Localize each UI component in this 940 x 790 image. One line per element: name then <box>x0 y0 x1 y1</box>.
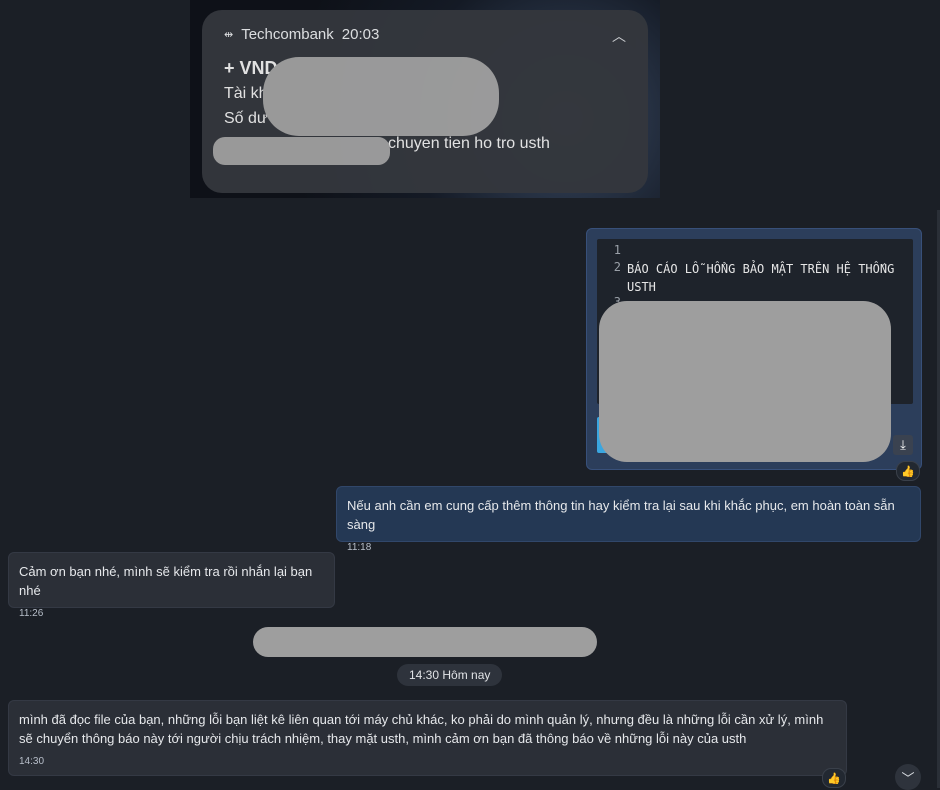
notification-app-name: Techcombank <box>241 26 334 43</box>
redaction-block <box>263 57 499 136</box>
notification-account: Tài kh <box>224 85 268 102</box>
notification-header: ⇹ Techcombank 20:03 <box>224 26 379 43</box>
thumbs-up-icon[interactable]: 👍 <box>822 768 846 788</box>
notification-description: chuyen tien ho tro usth <box>388 135 550 152</box>
file-attachment-message[interactable]: 1 2 BÁO CÁO LỖ HỔNG BẢO MẬT TRÊN HỆ THỐN… <box>586 228 922 470</box>
notification-balance: Số dư <box>224 110 268 127</box>
message-time: 11:26 <box>19 608 44 619</box>
notification-time: 20:03 <box>341 26 380 43</box>
message-text: mình đã đọc file của bạn, những lỗi bạn … <box>19 712 824 746</box>
line-number: 1 <box>613 243 621 257</box>
bank-notification-card: ⇹ Techcombank 20:03 ︿ + VND Tài kh Số dư… <box>202 10 648 193</box>
incoming-message[interactable]: Cảm ơn bạn nhé, mình sẽ kiểm tra rồi nhắ… <box>8 552 335 619</box>
chevron-up-icon: ︿ <box>612 28 626 44</box>
redaction-block <box>253 627 597 657</box>
chevron-down-icon[interactable]: ﹀ <box>895 764 921 790</box>
message-time: 11:18 <box>347 542 372 553</box>
redaction-block <box>599 301 891 462</box>
code-line-text: BÁO CÁO LỖ HỔNG BẢO MẬT TRÊN HỆ THỐNG US… <box>627 262 895 294</box>
incoming-message[interactable]: mình đã đọc file của bạn, những lỗi bạn … <box>8 700 847 776</box>
line-number: 2 <box>613 260 621 274</box>
shared-screenshot[interactable]: ⇹ Techcombank 20:03 ︿ + VND Tài kh Số dư… <box>190 0 660 198</box>
outgoing-message[interactable]: Nếu anh cần em cung cấp thêm thông tin h… <box>336 486 921 553</box>
code-line: 2 BÁO CÁO LỖ HỔNG BẢO MẬT TRÊN HỆ THỐNG … <box>597 260 903 296</box>
code-line: 1 <box>597 243 903 257</box>
redaction-block <box>213 137 390 165</box>
message-text: Cảm ơn bạn nhé, mình sẽ kiểm tra rồi nhắ… <box>19 564 313 598</box>
message-time: 14:30 <box>19 756 45 767</box>
thumbs-up-icon[interactable]: 👍 <box>896 461 920 481</box>
message-text: Nếu anh cần em cung cấp thêm thông tin h… <box>347 498 895 532</box>
download-icon[interactable]: ⤓ <box>893 435 913 455</box>
transfer-arrows-icon: ⇹ <box>224 29 234 41</box>
date-separator: 14:30 Hôm nay <box>397 664 503 686</box>
